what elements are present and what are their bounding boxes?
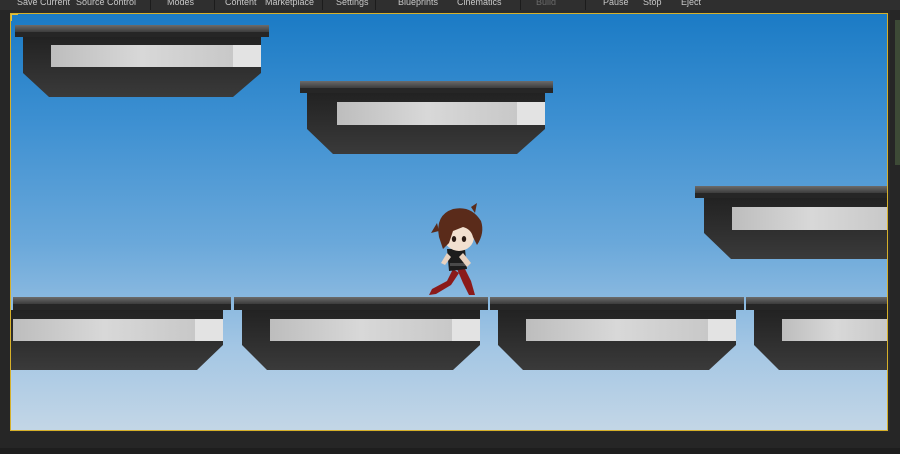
- modes-button[interactable]: Modes: [167, 0, 194, 8]
- toolbar-separator: [520, 0, 521, 10]
- content-button[interactable]: Content: [225, 0, 257, 8]
- platform: [15, 25, 269, 97]
- save-current-button[interactable]: Save Current: [17, 0, 70, 8]
- game-viewport[interactable]: [10, 13, 888, 431]
- stop-button[interactable]: Stop: [643, 0, 662, 8]
- marketplace-button[interactable]: Marketplace: [265, 0, 314, 8]
- platform: [234, 297, 488, 370]
- pause-button[interactable]: Pause: [603, 0, 629, 8]
- platform: [300, 81, 553, 154]
- toolbar-separator: [150, 0, 151, 10]
- toolbar-separator: [322, 0, 323, 10]
- cinematics-button[interactable]: Cinematics: [457, 0, 502, 8]
- game-scene: [11, 25, 887, 370]
- platform: [490, 297, 744, 370]
- platform: [11, 297, 231, 370]
- blueprints-button[interactable]: Blueprints: [398, 0, 438, 8]
- source-control-button[interactable]: Source Control: [76, 0, 136, 8]
- eject-button[interactable]: Eject: [681, 0, 701, 8]
- platform: [695, 186, 887, 259]
- toolbar-separator: [375, 0, 376, 10]
- right-panel-accent: [895, 20, 900, 165]
- bottom-panel-strip: [0, 448, 900, 454]
- build-button[interactable]: Build: [536, 0, 556, 8]
- toolbar-separator: [585, 0, 586, 10]
- player-character: [429, 203, 483, 295]
- toolbar-separator: [214, 0, 215, 10]
- settings-button[interactable]: Settings: [336, 0, 369, 8]
- editor-toolbar: Save Current Source Control Modes Conten…: [0, 0, 900, 10]
- platform: [746, 297, 887, 370]
- left-panel-edge: [0, 10, 10, 434]
